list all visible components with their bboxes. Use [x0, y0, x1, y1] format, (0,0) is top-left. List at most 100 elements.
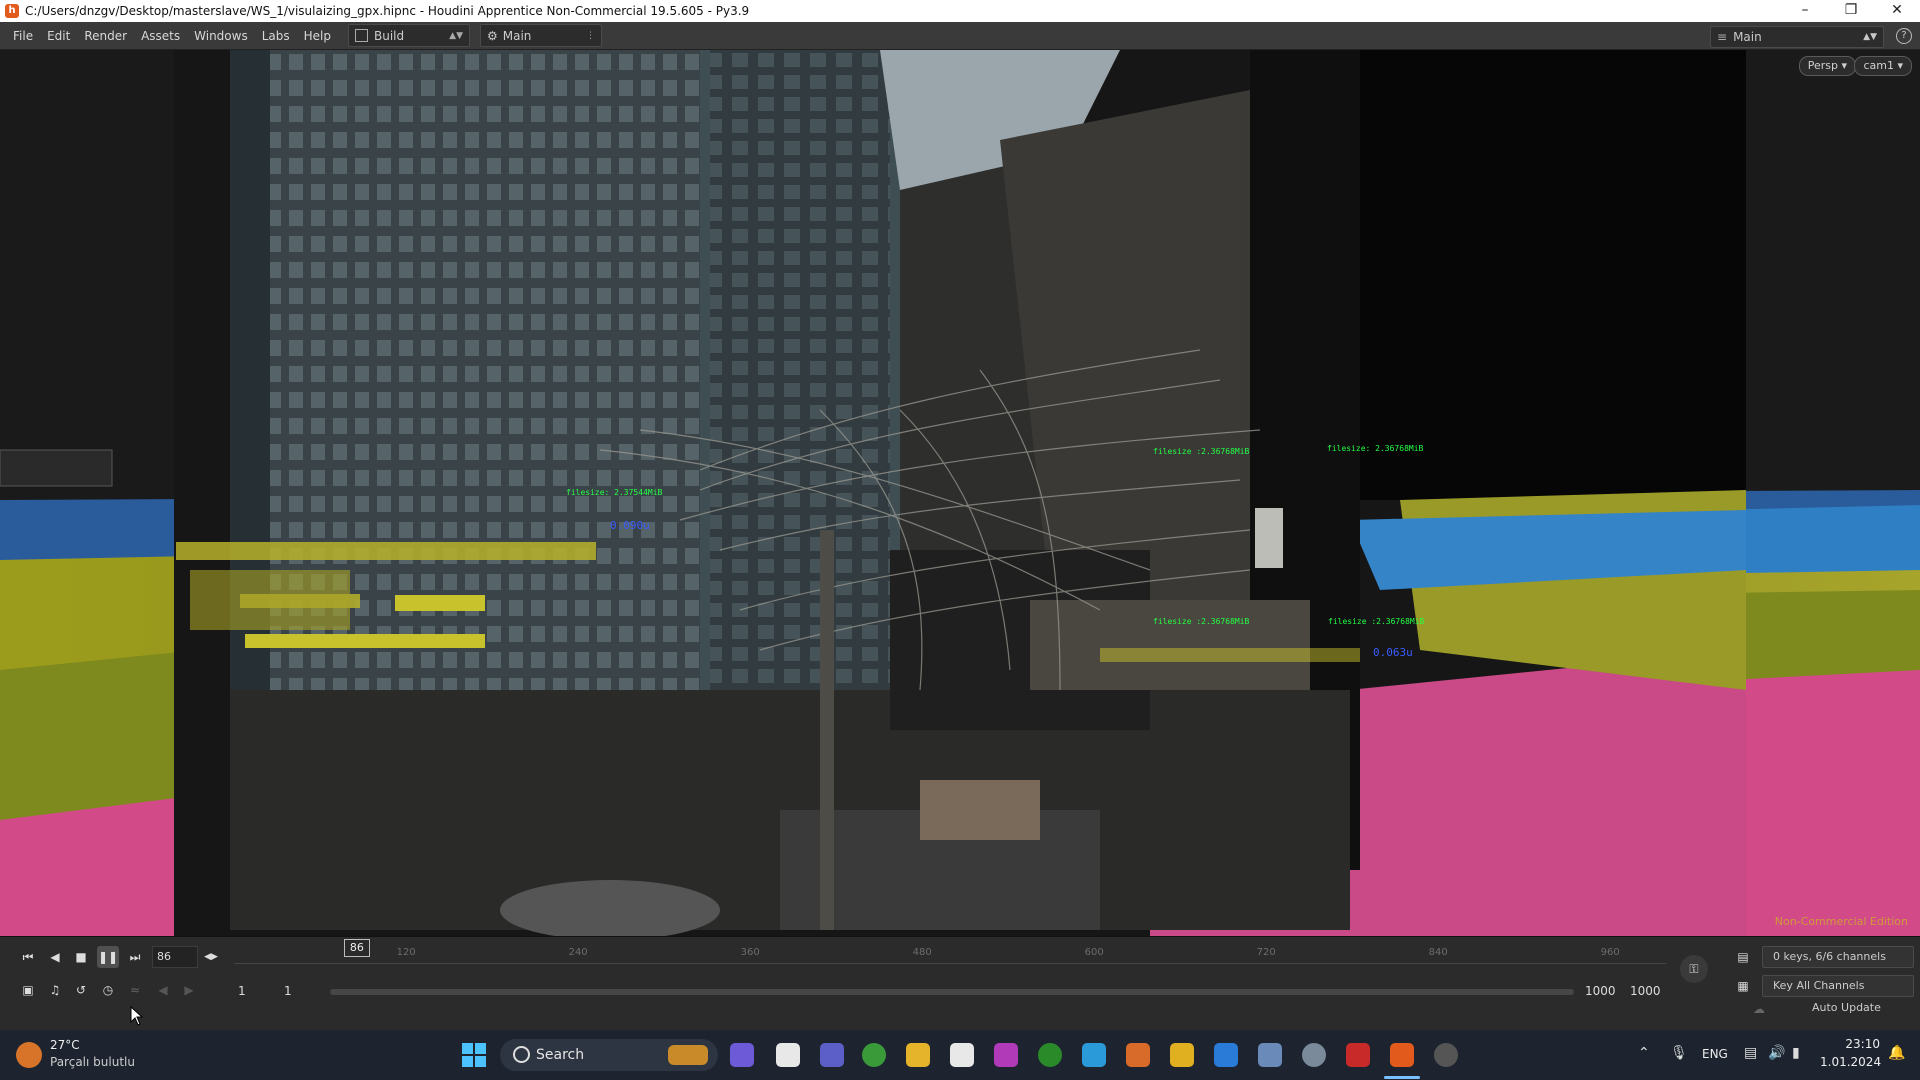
play-reverse-icon[interactable]: ◀ [44, 946, 66, 968]
filesize-label: filesize: 2.37544MiB [566, 488, 663, 497]
houdini-fx-icon[interactable] [1434, 1043, 1458, 1067]
inkscape-icon[interactable] [950, 1043, 974, 1067]
loop-icon[interactable]: ↺ [70, 979, 92, 1001]
realtime-toggle-icon[interactable]: ▣ [17, 979, 39, 1001]
weather-icon[interactable] [16, 1042, 42, 1068]
key-all-channels-dropdown[interactable]: Key All Channels [1762, 975, 1914, 997]
widgets-icon[interactable] [730, 1043, 754, 1067]
minimize-button[interactable]: – [1782, 0, 1828, 22]
language-indicator[interactable]: ENG [1702, 1047, 1728, 1061]
menu-render[interactable]: Render [77, 29, 134, 43]
window-titlebar: h C:/Users/dnzgv/Desktop/masterslave/WS_… [0, 0, 1920, 22]
filesize-label: filesize :2.36768MiB [1153, 447, 1250, 456]
context-icon: ≡ [1717, 30, 1728, 44]
key-icon[interactable]: ⚿ [1680, 955, 1708, 983]
taskbar-search[interactable]: Search [500, 1039, 718, 1071]
tray-chevron-icon[interactable]: ⌃ [1638, 1045, 1650, 1061]
keys-filter-icon[interactable]: ▤ [1732, 946, 1754, 968]
persp-view-button[interactable]: Persp ▾ [1798, 56, 1856, 76]
jump-to-start-icon[interactable]: ⏮ [17, 946, 39, 968]
playhead[interactable]: 86 [343, 939, 370, 957]
value-label: 0.063u [1373, 646, 1413, 659]
houdini-launcher-icon[interactable] [1126, 1043, 1150, 1067]
timeline-tick-label: 480 [912, 947, 932, 958]
network-label: Main [502, 28, 532, 43]
stop-icon[interactable]: ■ [70, 946, 92, 968]
xbox-icon[interactable] [1038, 1043, 1062, 1067]
instagram-icon[interactable] [994, 1043, 1018, 1067]
weather-temp[interactable]: 27°C [50, 1038, 80, 1052]
updown-arrows-icon: ▲▼ [449, 30, 463, 41]
step-back-icon[interactable]: ◀ [152, 979, 174, 1001]
simulation-icon[interactable]: ≈ [124, 979, 146, 1001]
timeline-tick-label: 360 [740, 947, 760, 958]
menu-assets[interactable]: Assets [134, 29, 187, 43]
menu-labs[interactable]: Labs [255, 29, 297, 43]
chrome-icon[interactable] [862, 1043, 886, 1067]
range-start2-field[interactable]: 1 [284, 984, 292, 998]
menu-help[interactable]: Help [297, 29, 338, 43]
realtime-clock-icon[interactable]: ◷ [97, 979, 119, 1001]
task-view-icon[interactable] [776, 1043, 800, 1067]
network-icon[interactable]: ▤ [1744, 1045, 1757, 1061]
range-end2-field[interactable]: 1000 [1630, 984, 1661, 998]
audio-icon[interactable]: ♫ [44, 979, 66, 1001]
noncommercial-watermark: Non-Commercial Edition [1774, 915, 1908, 928]
help-icon[interactable]: ? [1896, 28, 1912, 44]
teams-icon[interactable] [820, 1043, 844, 1067]
close-button[interactable]: ✕ [1874, 0, 1920, 22]
keys-channels-field[interactable]: 0 keys, 6/6 channels [1762, 946, 1914, 968]
menu-windows[interactable]: Windows [187, 29, 255, 43]
desktop-selector[interactable]: Build ▲▼ [348, 24, 470, 47]
network-selector[interactable]: ⚙ Main ⋮ [480, 24, 602, 47]
clock-date[interactable]: 1.01.2024 [1820, 1055, 1881, 1069]
camera-view-button[interactable]: cam1 ▾ [1854, 56, 1912, 76]
filesize-label: filesize: 2.36768MiB [1327, 444, 1424, 453]
filesize-label: filesize :2.36768MiB [1153, 617, 1250, 626]
key-all-icon[interactable]: ▦ [1732, 975, 1754, 997]
scene-viewport[interactable]: filesize :2.36768MiB filesize: 2.36768Mi… [0, 50, 1920, 936]
timeline-tick-label: 720 [1256, 947, 1276, 958]
houdini-icon[interactable] [1390, 1043, 1414, 1067]
timeline-tick-label: 840 [1428, 947, 1448, 958]
git-icon[interactable] [1170, 1043, 1194, 1067]
search-placeholder: Search [536, 1047, 585, 1063]
restore-button[interactable]: ❐ [1828, 0, 1874, 22]
clock-time[interactable]: 23:10 [1828, 1037, 1880, 1051]
step-frame-icon[interactable]: ◀▶ [200, 946, 222, 968]
context-label: Main [1733, 30, 1762, 44]
notepad-icon[interactable] [1082, 1043, 1106, 1067]
pdf-reader-icon[interactable] [1346, 1043, 1370, 1067]
main-context-selector[interactable]: ≡ Main ▲▼ [1710, 26, 1884, 48]
volume-icon[interactable]: 🔊 [1768, 1045, 1785, 1061]
search-highlight-image [668, 1045, 708, 1065]
auto-update-dropdown[interactable]: Auto Update [1802, 998, 1912, 1018]
updown-arrows-icon: ⋮ [586, 30, 595, 41]
range-start-field[interactable]: 1 [238, 984, 246, 998]
range-end-field[interactable]: 1000 [1585, 984, 1616, 998]
settings-icon[interactable] [1302, 1043, 1326, 1067]
jump-to-end-icon[interactable]: ⏭ [124, 946, 146, 968]
step-forward-icon[interactable]: ▶ [178, 979, 200, 1001]
timeline-ruler[interactable]: 120 240 360 480 600 720 840 960 [234, 947, 1666, 973]
photos-icon[interactable] [1258, 1043, 1282, 1067]
range-slider[interactable] [330, 989, 1574, 995]
file-explorer-icon[interactable] [906, 1043, 930, 1067]
menu-file[interactable]: File [6, 29, 40, 43]
weather-desc[interactable]: Parçalı bulutlu [50, 1055, 135, 1069]
scene-render [0, 50, 1920, 936]
status-strip [0, 1020, 1920, 1030]
filesize-label: filesize :2.36768MiB [1328, 617, 1425, 626]
main-menubar: File Edit Render Assets Windows Labs Hel… [0, 22, 1920, 50]
menu-edit[interactable]: Edit [40, 29, 77, 43]
battery-icon[interactable]: ▮ [1792, 1045, 1800, 1061]
pause-icon[interactable]: ❚❚ [97, 946, 119, 968]
current-frame-field[interactable]: 86 [152, 946, 198, 968]
microphone-icon[interactable]: 🎙 [1670, 1045, 1688, 1061]
vscode-icon[interactable] [1214, 1043, 1238, 1067]
notification-bell-icon[interactable]: 🔔 [1888, 1045, 1905, 1061]
cloud-icon[interactable]: ☁ [1748, 998, 1770, 1020]
windows-start-icon[interactable] [462, 1043, 486, 1067]
houdini-app-icon: h [5, 4, 19, 18]
timeline-tick-label: 960 [1600, 947, 1620, 958]
